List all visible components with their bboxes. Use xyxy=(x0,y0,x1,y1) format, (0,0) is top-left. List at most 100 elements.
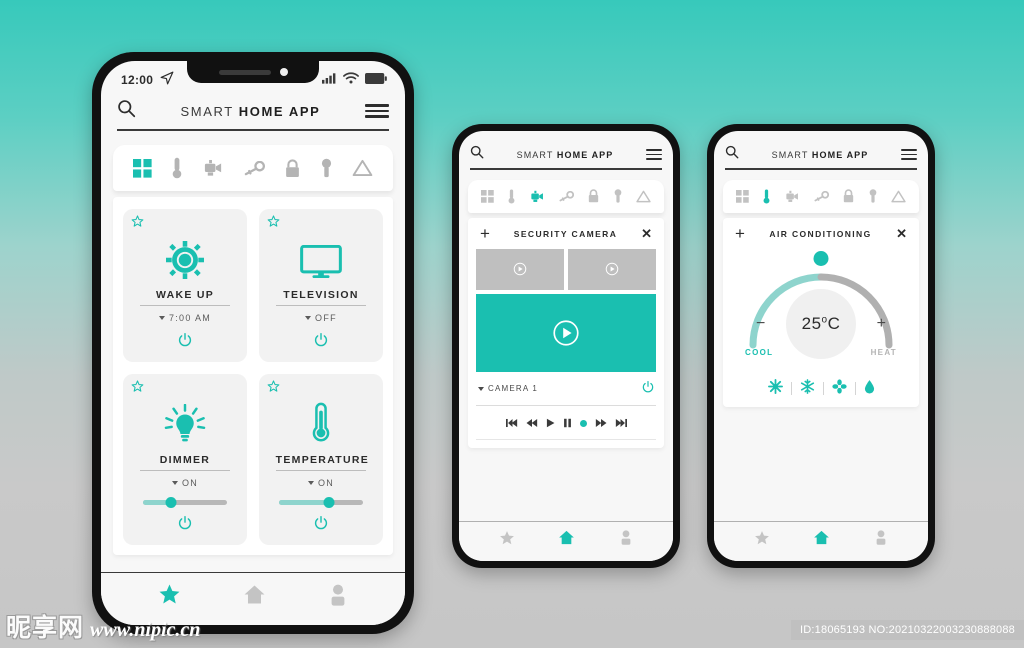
lock-icon[interactable] xyxy=(588,189,599,203)
search-icon[interactable] xyxy=(117,99,136,123)
nav-star-icon[interactable] xyxy=(754,530,770,551)
camera-label-row: CAMERA 1 xyxy=(476,372,656,406)
camera-thumb-2[interactable] xyxy=(568,248,656,290)
skip-start-icon[interactable] xyxy=(505,415,518,433)
key-icon[interactable] xyxy=(559,190,574,202)
thermometer-icon[interactable] xyxy=(763,189,770,204)
device-tile-wake-up[interactable]: WAKE UP 7:00 AM xyxy=(123,209,247,362)
favorite-star-icon[interactable] xyxy=(267,380,280,398)
tile-status[interactable]: 7:00 AM xyxy=(158,313,211,323)
watermark-left: 昵享网 www.nipic.cn xyxy=(6,608,200,644)
nav-star-icon[interactable] xyxy=(158,583,181,611)
chevron-down-icon xyxy=(307,481,314,485)
grid-icon[interactable] xyxy=(736,189,749,203)
rewind-icon[interactable] xyxy=(526,415,538,433)
play-icon[interactable] xyxy=(546,415,555,433)
nav-star-icon[interactable] xyxy=(499,530,515,551)
hamburger-menu-icon[interactable] xyxy=(364,104,389,118)
device-tile-television[interactable]: TELEVISION OFF xyxy=(259,209,383,362)
close-button[interactable]: ✕ xyxy=(896,227,907,240)
power-icon[interactable] xyxy=(314,506,328,535)
thermostat-dial[interactable]: 25oC − + xyxy=(745,249,897,359)
close-button[interactable]: ✕ xyxy=(641,227,652,240)
camera-icon[interactable] xyxy=(530,190,545,203)
power-icon[interactable] xyxy=(178,323,192,352)
favorite-star-icon[interactable] xyxy=(131,215,144,233)
recycle-icon[interactable] xyxy=(352,159,373,177)
thermostat: 25oC − + COOL HEAT xyxy=(731,249,911,399)
auto-icon[interactable] xyxy=(767,378,783,399)
panel-title: SECURITY CAMERA xyxy=(513,228,618,239)
slider-knob[interactable] xyxy=(323,497,335,508)
title-bold: HOME APP xyxy=(556,149,614,160)
power-icon[interactable] xyxy=(642,380,654,398)
tile-status[interactable]: ON xyxy=(307,478,334,488)
lock-icon[interactable] xyxy=(843,189,854,203)
search-icon[interactable] xyxy=(470,145,484,164)
humidity-icon[interactable] xyxy=(864,379,875,399)
panel-header: + AIR CONDITIONING ✕ xyxy=(731,225,911,249)
thermometer-icon[interactable] xyxy=(172,157,182,179)
temperature-increase-button[interactable]: + xyxy=(877,315,886,333)
nav-person-icon[interactable] xyxy=(619,530,633,550)
page-title: SMART HOME APP xyxy=(181,104,321,119)
dial-knob[interactable] xyxy=(813,250,829,266)
add-button[interactable]: + xyxy=(735,225,745,242)
camera-selector[interactable]: CAMERA 1 xyxy=(478,384,538,393)
record-icon[interactable] xyxy=(579,420,587,427)
nav-home-icon[interactable] xyxy=(813,529,830,551)
phone1-screen: 12:00 SMART HOME APP WAKE UP 7:00 AM TEL… xyxy=(101,61,405,625)
grid-icon[interactable] xyxy=(133,158,152,178)
sun-icon xyxy=(166,235,204,279)
temperature-decrease-button[interactable]: − xyxy=(756,315,765,333)
thermometer-icon[interactable] xyxy=(508,189,515,204)
skip-end-icon[interactable] xyxy=(615,415,627,433)
favorite-star-icon[interactable] xyxy=(267,215,280,233)
power-icon[interactable] xyxy=(314,323,328,352)
recycle-icon[interactable] xyxy=(636,190,651,203)
lock-icon[interactable] xyxy=(285,158,300,178)
front-camera xyxy=(279,68,288,76)
tile-status[interactable]: ON xyxy=(171,478,198,488)
page-title: SMART HOME APP xyxy=(772,150,869,160)
recycle-icon[interactable] xyxy=(891,190,906,203)
plug-icon[interactable] xyxy=(614,189,622,203)
device-tile-dimmer[interactable]: DIMMER ON xyxy=(123,374,247,545)
search-icon[interactable] xyxy=(725,145,739,164)
dimmer-slider[interactable] xyxy=(142,497,228,508)
temp-unit: C xyxy=(827,313,841,333)
pause-icon[interactable] xyxy=(563,415,572,433)
power-icon[interactable] xyxy=(178,506,192,535)
panel-header: + SECURITY CAMERA ✕ xyxy=(476,225,656,249)
chevron-down-icon xyxy=(171,481,178,485)
camera-icon[interactable] xyxy=(203,159,224,177)
signal-icon xyxy=(322,71,337,89)
grid-icon[interactable] xyxy=(481,189,494,203)
slider-knob[interactable] xyxy=(165,497,177,508)
favorite-star-icon[interactable] xyxy=(131,380,144,398)
camera-icon[interactable] xyxy=(785,190,800,203)
fast-forward-icon[interactable] xyxy=(595,415,607,433)
temperature-slider[interactable] xyxy=(278,497,364,508)
camera-live-feed[interactable] xyxy=(476,293,656,372)
key-icon[interactable] xyxy=(814,190,829,202)
plug-icon[interactable] xyxy=(869,189,877,203)
device-tile-temperature[interactable]: TEMPERATURE ON xyxy=(259,374,383,545)
watermark-cn-text: 昵享网 xyxy=(6,613,85,642)
key-icon[interactable] xyxy=(244,160,265,176)
add-button[interactable]: + xyxy=(480,225,490,242)
nav-home-icon[interactable] xyxy=(243,583,266,611)
hamburger-menu-icon[interactable] xyxy=(901,148,917,161)
tile-status[interactable]: OFF xyxy=(305,313,337,323)
nav-person-icon[interactable] xyxy=(874,530,888,550)
title-bold: HOME APP xyxy=(238,103,321,119)
hamburger-menu-icon[interactable] xyxy=(646,148,662,161)
snowflake-icon[interactable] xyxy=(800,378,815,399)
camera-thumb-1[interactable] xyxy=(476,248,564,290)
nav-person-icon[interactable] xyxy=(328,584,348,611)
fan-icon[interactable] xyxy=(831,378,847,399)
nav-home-icon[interactable] xyxy=(558,529,575,551)
plug-icon[interactable] xyxy=(321,158,332,178)
mode-icons xyxy=(767,378,875,399)
tile-label: TELEVISION xyxy=(275,289,367,306)
